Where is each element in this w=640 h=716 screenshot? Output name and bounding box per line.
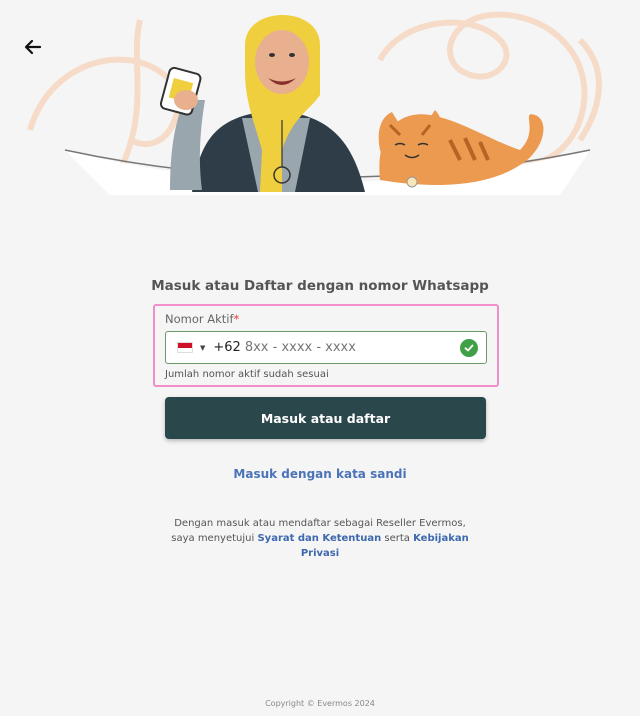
phone-number-input[interactable]	[244, 340, 445, 355]
phone-field-group: Nomor Aktif* ▼ +62 Jumlah nomor aktif su…	[153, 304, 499, 387]
page-title: Masuk atau Daftar dengan nomor Whatsapp	[151, 278, 489, 294]
indonesia-flag-icon[interactable]	[177, 342, 193, 353]
copyright: Copyright © Evermos 2024	[265, 699, 375, 708]
phone-field-label: Nomor Aktif*	[165, 312, 240, 326]
password-login-link[interactable]: Masuk dengan kata sandi	[0, 467, 640, 481]
caret-down-icon[interactable]: ▼	[200, 344, 205, 352]
country-code: +62	[213, 340, 241, 355]
phone-input-box: ▼ +62	[165, 331, 487, 364]
required-mark: *	[233, 312, 240, 326]
terms-link[interactable]: Syarat dan Ketentuan	[257, 533, 381, 544]
phone-hint: Jumlah nomor aktif sudah sesuai	[165, 369, 329, 380]
terms-notice: Dengan masuk atau mendaftar sebagai Rese…	[171, 518, 469, 559]
hero-illustration	[20, 0, 620, 200]
check-circle-icon	[460, 339, 478, 357]
submit-button[interactable]: Masuk atau daftar	[165, 397, 486, 439]
